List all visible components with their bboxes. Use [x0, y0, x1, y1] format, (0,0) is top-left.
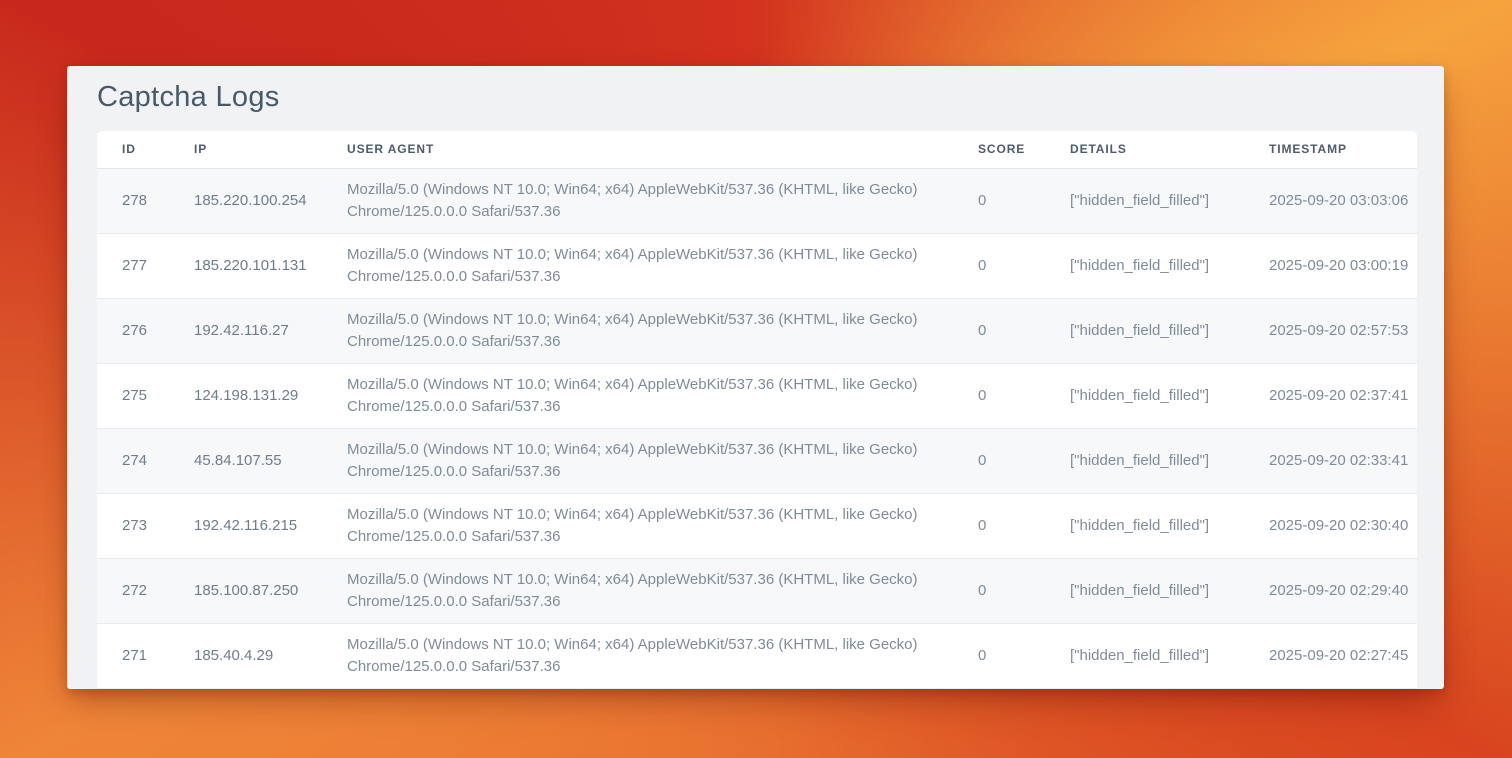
- table-row: 278 185.220.100.254 Mozilla/5.0 (Windows…: [97, 168, 1417, 233]
- cell-id: 271: [97, 623, 194, 688]
- cell-timestamp: 2025-09-20 02:27:45: [1269, 623, 1417, 688]
- cell-user-agent: Mozilla/5.0 (Windows NT 10.0; Win64; x64…: [347, 233, 978, 298]
- column-header-timestamp: TIMESTAMP: [1269, 131, 1417, 168]
- header-row: ID IP USER AGENT SCORE DETAILS TIMESTAMP: [97, 131, 1417, 168]
- cell-ip: 185.220.100.254: [194, 168, 347, 233]
- cell-id: 272: [97, 558, 194, 623]
- table-row: 273 192.42.116.215 Mozilla/5.0 (Windows …: [97, 493, 1417, 558]
- cell-score: 0: [978, 558, 1070, 623]
- column-header-details: DETAILS: [1070, 131, 1269, 168]
- cell-user-agent: Mozilla/5.0 (Windows NT 10.0; Win64; x64…: [347, 363, 978, 428]
- table-row: 271 185.40.4.29 Mozilla/5.0 (Windows NT …: [97, 623, 1417, 688]
- cell-score: 0: [978, 363, 1070, 428]
- cell-ip: 185.100.87.250: [194, 558, 347, 623]
- cell-timestamp: 2025-09-20 02:33:41: [1269, 428, 1417, 493]
- logs-table-wrap: ID IP USER AGENT SCORE DETAILS TIMESTAMP…: [97, 131, 1417, 689]
- cell-details: ["hidden_field_filled"]: [1070, 623, 1269, 688]
- cell-ip: 192.42.116.215: [194, 493, 347, 558]
- column-header-ip: IP: [194, 131, 347, 168]
- cell-ip: 124.198.131.29: [194, 363, 347, 428]
- column-header-score: SCORE: [978, 131, 1070, 168]
- cell-id: 276: [97, 298, 194, 363]
- cell-user-agent: Mozilla/5.0 (Windows NT 10.0; Win64; x64…: [347, 298, 978, 363]
- cell-user-agent: Mozilla/5.0 (Windows NT 10.0; Win64; x64…: [347, 623, 978, 688]
- cell-score: 0: [978, 493, 1070, 558]
- table-row: 272 185.100.87.250 Mozilla/5.0 (Windows …: [97, 558, 1417, 623]
- cell-details: ["hidden_field_filled"]: [1070, 233, 1269, 298]
- cell-details: ["hidden_field_filled"]: [1070, 168, 1269, 233]
- cell-ip: 192.42.116.27: [194, 298, 347, 363]
- cell-ip: 185.220.101.131: [194, 233, 347, 298]
- cell-id: 277: [97, 233, 194, 298]
- column-header-user-agent: USER AGENT: [347, 131, 978, 168]
- cell-timestamp: 2025-09-20 03:00:19: [1269, 233, 1417, 298]
- cell-user-agent: Mozilla/5.0 (Windows NT 10.0; Win64; x64…: [347, 428, 978, 493]
- table-row: 276 192.42.116.27 Mozilla/5.0 (Windows N…: [97, 298, 1417, 363]
- cell-timestamp: 2025-09-20 02:57:53: [1269, 298, 1417, 363]
- cell-ip: 185.40.4.29: [194, 623, 347, 688]
- cell-details: ["hidden_field_filled"]: [1070, 363, 1269, 428]
- cell-score: 0: [978, 168, 1070, 233]
- cell-id: 275: [97, 363, 194, 428]
- cell-score: 0: [978, 428, 1070, 493]
- cell-details: ["hidden_field_filled"]: [1070, 493, 1269, 558]
- page-title: Captcha Logs: [97, 66, 1417, 131]
- captcha-logs-card: Captcha Logs ID IP USER AGENT SCORE DETA…: [67, 66, 1444, 689]
- cell-user-agent: Mozilla/5.0 (Windows NT 10.0; Win64; x64…: [347, 168, 978, 233]
- cell-details: ["hidden_field_filled"]: [1070, 558, 1269, 623]
- logs-table-body: 278 185.220.100.254 Mozilla/5.0 (Windows…: [97, 168, 1417, 688]
- table-row: 277 185.220.101.131 Mozilla/5.0 (Windows…: [97, 233, 1417, 298]
- table-row: 275 124.198.131.29 Mozilla/5.0 (Windows …: [97, 363, 1417, 428]
- cell-id: 278: [97, 168, 194, 233]
- cell-user-agent: Mozilla/5.0 (Windows NT 10.0; Win64; x64…: [347, 558, 978, 623]
- cell-timestamp: 2025-09-20 02:30:40: [1269, 493, 1417, 558]
- cell-user-agent: Mozilla/5.0 (Windows NT 10.0; Win64; x64…: [347, 493, 978, 558]
- cell-score: 0: [978, 298, 1070, 363]
- cell-details: ["hidden_field_filled"]: [1070, 298, 1269, 363]
- cell-timestamp: 2025-09-20 02:37:41: [1269, 363, 1417, 428]
- logs-table: ID IP USER AGENT SCORE DETAILS TIMESTAMP…: [97, 131, 1417, 689]
- cell-score: 0: [978, 623, 1070, 688]
- logs-table-header: ID IP USER AGENT SCORE DETAILS TIMESTAMP: [97, 131, 1417, 168]
- cell-ip: 45.84.107.55: [194, 428, 347, 493]
- cell-score: 0: [978, 233, 1070, 298]
- cell-timestamp: 2025-09-20 03:03:06: [1269, 168, 1417, 233]
- column-header-id: ID: [97, 131, 194, 168]
- cell-details: ["hidden_field_filled"]: [1070, 428, 1269, 493]
- cell-timestamp: 2025-09-20 02:29:40: [1269, 558, 1417, 623]
- cell-id: 274: [97, 428, 194, 493]
- cell-id: 273: [97, 493, 194, 558]
- table-row: 274 45.84.107.55 Mozilla/5.0 (Windows NT…: [97, 428, 1417, 493]
